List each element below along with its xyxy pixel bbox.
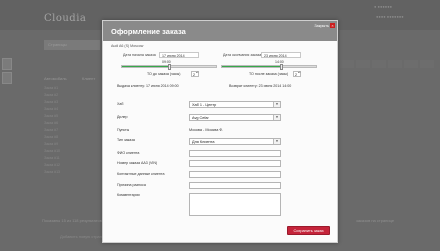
hub-select[interactable]: Хаб 1 - Центр ▼ [189,101,281,108]
end-slider-fill [222,66,282,67]
start-slider-fill [122,66,170,67]
per-page-text: заказов на странице [356,218,395,223]
calendar-cell [420,60,434,68]
start-date-input[interactable]: 17 июня 2014 [159,52,199,58]
points-value: Москва - Москва Ф. [189,128,224,132]
table-row: Заказ #2 [44,93,59,97]
table-row: Заказ #7 [44,128,59,132]
end-time: 14:00 [275,60,284,64]
end-date-label: Дата окончания заказа [223,53,262,57]
table-header-client: Клиент [82,76,96,81]
table-row: Заказ #13 [44,170,60,174]
orders-table: Автомобиль Клиент Заказ #1 Заказ #2 Зака… [42,76,102,181]
table-row: Заказ #11 [44,156,60,160]
order-type-value: Для Клиента [192,140,215,144]
modal-header: Оформление заказа Закрыть × [103,21,337,41]
table-row: Заказ #12 [44,163,60,167]
vin-input[interactable] [189,160,281,167]
to-before-spinner[interactable]: 2 [191,71,199,77]
side-button-2 [2,72,12,84]
return-info: Возврат клиенту: 23 июня 2014 14:00 [229,84,292,88]
comment-label: Комментарии [117,193,140,197]
chevron-down-icon: ▼ [273,115,280,120]
table-row: Заказ #1 [44,86,59,90]
order-type-select[interactable]: Для Клиента ▼ [189,138,281,145]
points-label: Пункты [117,128,130,132]
modal-title: Оформление заказа [111,27,186,36]
hub-label: Хаб [117,102,124,106]
contacts-label: Контактные данные клиента [117,172,165,176]
pagination-info: Показаны 15 из 118 результатов [42,218,102,223]
chevron-down-icon: ▼ [273,102,280,107]
dealer-value: Avg Cefar [192,116,209,120]
comment-textarea[interactable] [189,193,281,216]
table-row: Заказ #10 [44,149,60,153]
table-header-car: Автомобиль [44,76,67,81]
vin-label: Номер заказа АА3 (VIN) [117,161,158,165]
chevron-down-icon: ▼ [273,139,280,144]
start-date-label: Дата начала заказа [123,53,156,57]
user-info: ● ●●●●●● [374,4,393,9]
close-label[interactable]: Закрыть [314,24,329,28]
end-date-input[interactable]: 23 июня 2014 [261,52,301,58]
table-row: Заказ #8 [44,135,59,139]
top-right-menu: ● ●●●●●● ●●●● ●●●●●●● [374,4,434,24]
start-time: 09:00 [162,60,171,64]
save-order-button[interactable]: Сохранить заказ [287,226,330,235]
calendar-cell [404,60,418,68]
app-logo: Cloudia [44,13,87,24]
store-name: Audi A6 (S) Moscow [111,44,144,48]
table-row: Заказ #4 [44,107,59,111]
reason-input[interactable] [189,182,281,189]
calendar-cell [372,60,386,68]
end-slider-handle[interactable] [280,64,283,70]
fio-label: ФИО клиента [117,151,140,155]
fio-input[interactable] [189,150,281,157]
table-row: Заказ #5 [44,114,59,118]
start-time-slider[interactable] [121,64,217,70]
calendar-cell [356,60,370,68]
to-after-label: ТО после заказа (часы) [249,72,289,76]
dealer-select[interactable]: Avg Cefar ▼ [189,114,281,121]
side-button-1 [2,58,12,70]
top-menu-items: ●●●● ●●●●●●● [376,14,404,19]
tab-pages: Страницы [44,40,100,50]
close-button[interactable]: Закрыть × [314,23,335,29]
calendar-panel [340,60,436,200]
order-type-label: Тип заказа [117,138,135,142]
dealer-label: Дилер [117,115,128,119]
table-row: Заказ #9 [44,142,59,146]
reason-label: Причина разноса [117,183,146,187]
start-slider-handle[interactable] [168,64,171,70]
pickup-info: Выдача клиенту: 17 июня 2014 09:00 [117,84,179,88]
order-modal: Оформление заказа Закрыть × Audi A6 (S) M… [102,20,338,243]
close-icon[interactable]: × [330,23,335,29]
per-page-info: заказов на странице [356,218,394,223]
to-after-spinner[interactable]: 2 [293,71,301,77]
to-before-label: ТО до заказа (часы) [147,72,181,76]
contacts-input[interactable] [189,171,281,178]
table-row: Заказ #6 [44,121,59,125]
pagination-text: Показаны 15 из 118 результатов [42,218,102,223]
table-row: Заказ #3 [44,100,59,104]
end-time-slider[interactable] [221,64,317,70]
calendar-cell [388,60,402,68]
calendar-cell [340,60,354,68]
hub-value: Хаб 1 - Центр [192,103,217,107]
